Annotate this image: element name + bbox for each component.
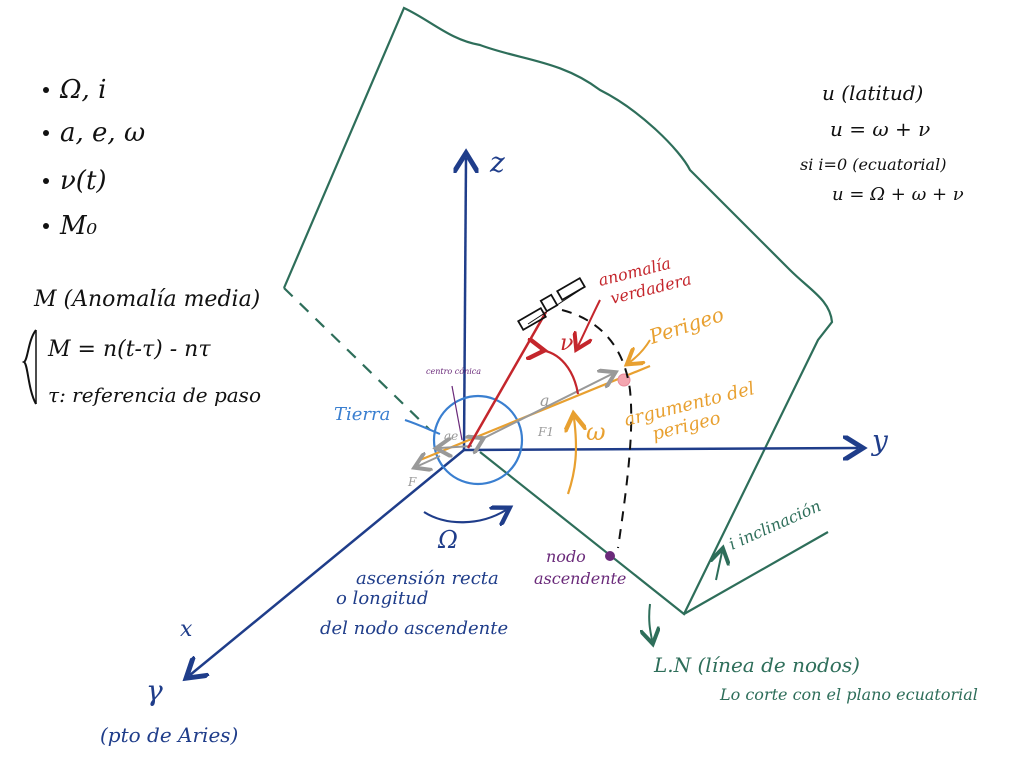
inclination-arrow — [716, 552, 722, 581]
raan-arc — [423, 510, 506, 522]
omega-label: ω — [586, 418, 606, 446]
raan-symbol: Ω — [437, 526, 458, 554]
list-item-a-e-w: a, e, ω — [60, 118, 145, 148]
true-anomaly-arc — [540, 350, 580, 395]
x-axis — [190, 449, 465, 675]
list-item-m0: M₀ — [59, 211, 98, 241]
perigee-label-arrow — [630, 339, 651, 362]
f1-label: F1 — [537, 425, 554, 439]
latitude-eq2: u = Ω + ω + ν — [832, 184, 964, 205]
line-of-nodes — [683, 531, 829, 615]
mean-anomaly-title: M (Anomalía media) — [33, 287, 260, 312]
mean-anomaly-eq1: M = n(t-τ) - nτ — [47, 337, 211, 362]
z-axis-label: z — [489, 146, 505, 179]
true-anomaly-label-arrow — [578, 299, 601, 346]
conic-center-label: centro cónica — [426, 367, 481, 376]
perigee-label: Perigeo — [645, 302, 727, 349]
list-item-omega-i: Ω, i — [59, 75, 106, 105]
f-label: F — [407, 475, 417, 489]
arg-perigee-arc — [568, 418, 576, 495]
semimajor-label: a — [540, 391, 550, 410]
line-of-nodes-arrow — [649, 603, 652, 640]
satellite-icon — [517, 276, 586, 332]
y-axis — [463, 448, 858, 450]
aries-label: (pto de Aries) — [100, 723, 238, 747]
y-axis-label: y — [870, 424, 889, 457]
ae-label: ae — [444, 429, 458, 443]
latitude-eq1: u = ω + ν — [830, 117, 930, 141]
equation-bracket — [21, 329, 37, 405]
earth-label-arrow — [404, 419, 441, 435]
node-label-1: nodo — [546, 547, 586, 566]
z-axis — [464, 158, 466, 451]
mean-anomaly-eq2: τ: referencia de paso — [48, 383, 261, 407]
node-label-2: ascendente — [534, 569, 626, 588]
line-of-nodes-sub: Lo corte con el plano ecuatorial — [719, 685, 978, 704]
raan-label-3: del nodo ascendente — [320, 618, 508, 639]
orbital-plane — [282, 6, 834, 616]
inclination-label: i inclinación — [726, 496, 824, 553]
bullet-3 — [43, 178, 49, 184]
nu-label: ν — [560, 331, 573, 356]
raan-label-2: o longitud — [336, 588, 428, 609]
list-item-nu-t: ν(t) — [60, 166, 107, 196]
gamma-label: γ — [146, 674, 163, 707]
latitude-title: u (latitud) — [822, 81, 923, 105]
line-of-nodes-label: L.N (línea de nodos) — [653, 653, 860, 677]
ascending-node-dot — [605, 551, 615, 561]
latitude-cond: si i=0 (ecuatorial) — [800, 155, 946, 174]
x-axis-label: x — [180, 617, 193, 642]
bullet-2 — [43, 130, 49, 136]
raan-label-1: ascensión recta — [356, 568, 499, 589]
bullet-1 — [43, 87, 49, 93]
earth-label: Tierra — [334, 404, 390, 425]
bullet-4 — [43, 223, 49, 229]
orbital-elements-diagram: Ω, i a, e, ω ν(t) M₀ M (Anomalía media) … — [21, 6, 978, 747]
